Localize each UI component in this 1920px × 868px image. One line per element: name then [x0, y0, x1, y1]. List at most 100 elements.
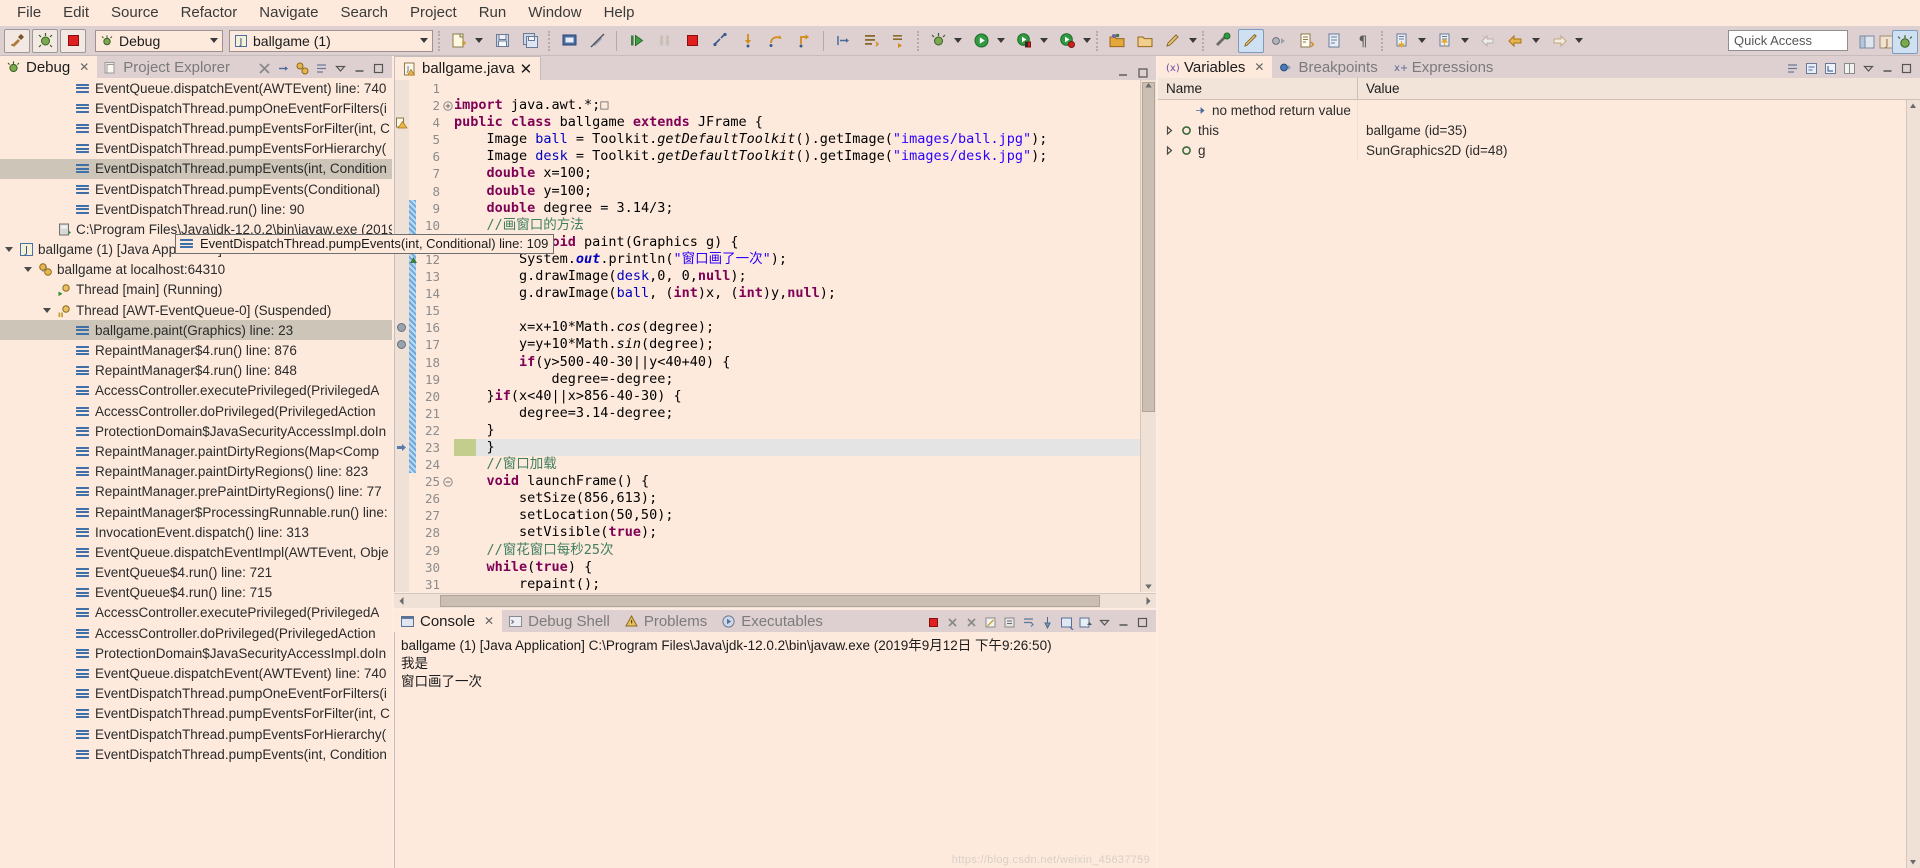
code-line[interactable]: }if(x<40||x>856-40-30) {: [454, 388, 1156, 405]
debug-perspective-icon[interactable]: [1892, 30, 1918, 54]
stack-frame-row[interactable]: AccessController.doPrivileged(Privileged…: [0, 401, 392, 421]
folding-ruler[interactable]: [443, 80, 454, 592]
code-line[interactable]: g.drawImage(ball, (int)x, (int)y,null);: [454, 285, 1156, 302]
code-text[interactable]: import java.awt.*;□ public class ballgame…: [454, 80, 1156, 592]
minimize-icon[interactable]: [1880, 61, 1897, 78]
collapse-all-icon[interactable]: [1785, 61, 1802, 78]
menu-item-file[interactable]: File: [6, 1, 52, 25]
stack-frame-row[interactable]: RepaintManager$ProcessingRunnable.run() …: [0, 502, 392, 522]
skip-breakpoints-icon[interactable]: [1266, 29, 1292, 53]
breakpoint-slot[interactable]: [395, 439, 409, 456]
code-line[interactable]: [454, 80, 1156, 97]
menu-item-source[interactable]: Source: [100, 1, 170, 25]
stack-frame-row[interactable]: EventDispatchThread.pumpEvents(int, Cond…: [0, 744, 392, 764]
show-whitespace-icon[interactable]: ¶: [1350, 29, 1376, 53]
code-line[interactable]: double y=100;: [454, 183, 1156, 200]
fold-slot[interactable]: [443, 183, 454, 200]
remove-all-terminated-icon[interactable]: [257, 61, 274, 78]
stack-frame-row[interactable]: EventDispatchThread.pumpEvents(int, Cond…: [0, 158, 392, 179]
stack-frame-row[interactable]: ProtectionDomain$JavaSecurityAccessImpl.…: [0, 421, 392, 441]
editor-vscroll-thumb[interactable]: [1142, 82, 1155, 412]
stack-frame-row[interactable]: EventQueue.dispatchEvent(AWTEvent) line:…: [0, 78, 392, 98]
stack-frame-row[interactable]: Thread [main] (Running): [0, 280, 392, 300]
fold-slot[interactable]: [443, 148, 454, 165]
menu-item-search[interactable]: Search: [329, 1, 399, 25]
scroll-down-icon[interactable]: [1907, 856, 1919, 868]
stack-frame-row[interactable]: RepaintManager.prePaintDirtyRegions() li…: [0, 482, 392, 502]
breakpoint-slot[interactable]: [395, 131, 409, 148]
scroll-down-icon[interactable]: [1143, 581, 1154, 592]
scroll-up-icon[interactable]: [1143, 80, 1154, 91]
minimize-icon[interactable]: [1116, 615, 1133, 632]
fold-slot[interactable]: [443, 285, 454, 302]
scroll-right-icon[interactable]: [1143, 595, 1154, 607]
drop-to-frame-icon[interactable]: [830, 29, 856, 53]
coverage-icon[interactable]: [1011, 29, 1037, 53]
chevron-down-icon[interactable]: [4, 244, 15, 255]
profile-icon[interactable]: [1054, 29, 1080, 53]
back-arrow-icon[interactable]: [1503, 29, 1529, 53]
code-line[interactable]: //窗口加载: [454, 456, 1156, 473]
stack-frame-row[interactable]: AccessController.executePrivileged(Privi…: [0, 381, 392, 401]
display-selected-console-icon[interactable]: [1059, 615, 1076, 632]
stack-frame-row[interactable]: EventDispatchThread.pumpEventsForFilter(…: [0, 118, 392, 138]
editor-overview-ruler[interactable]: [1140, 80, 1156, 592]
minimize-icon[interactable]: [352, 61, 369, 78]
debug-stack-tree[interactable]: EventQueue.dispatchEvent(AWTEvent) line:…: [0, 78, 392, 868]
debug-tab-project-explorer[interactable]: Project Explorer: [97, 56, 238, 78]
fold-slot[interactable]: [443, 559, 454, 576]
breakpoint-slot[interactable]: [395, 371, 409, 388]
run-to-line-icon[interactable]: [886, 29, 912, 53]
scroll-left-icon[interactable]: [396, 595, 407, 607]
maximize-icon[interactable]: [1899, 61, 1916, 78]
back-history-icon[interactable]: [1475, 29, 1501, 53]
fold-slot[interactable]: [443, 354, 454, 371]
stack-frame-row[interactable]: EventQueue.dispatchEvent(AWTEvent) line:…: [0, 663, 392, 683]
debug-dropdown-icon[interactable]: [954, 38, 962, 43]
stack-frame-row[interactable]: RepaintManager.paintDirtyRegions(Map<Com…: [0, 441, 392, 461]
menu-item-help[interactable]: Help: [593, 1, 646, 25]
code-line[interactable]: setLocation(50,50);: [454, 507, 1156, 524]
build-hammer-icon[interactable]: [4, 28, 30, 53]
terminate-red-square-icon[interactable]: [60, 28, 86, 53]
terminate-icon[interactable]: [926, 615, 943, 632]
code-line[interactable]: void launchFrame() {: [454, 473, 1156, 490]
scroll-lock-icon[interactable]: [1002, 615, 1019, 632]
code-line[interactable]: x=x+10*Math.cos(degree);: [454, 319, 1156, 336]
fold-slot[interactable]: [443, 371, 454, 388]
code-line[interactable]: degree=3.14-degree;: [454, 405, 1156, 422]
previous-annotation-icon[interactable]: [1322, 29, 1348, 53]
fold-slot[interactable]: [443, 319, 454, 336]
view-menu-icon[interactable]: [1097, 615, 1114, 632]
breakpoint-slot[interactable]: [395, 217, 409, 234]
forward-dropdown-icon[interactable]: [1575, 38, 1583, 43]
chevron-right-icon[interactable]: [1164, 145, 1175, 156]
debug-launch-icon[interactable]: [925, 29, 951, 53]
chevron-down-icon[interactable]: [23, 264, 34, 275]
fold-slot[interactable]: [443, 268, 454, 285]
coverage-dropdown-icon[interactable]: [1040, 38, 1048, 43]
chevron-right-icon[interactable]: [1164, 125, 1175, 136]
back-dropdown-icon[interactable]: [1532, 38, 1540, 43]
stack-frame-row[interactable]: RepaintManager$4.run() line: 848: [0, 361, 392, 381]
fold-slot[interactable]: [443, 302, 454, 319]
menu-item-edit[interactable]: Edit: [52, 1, 100, 25]
stack-frame-row[interactable]: EventDispatchThread.pumpEventsForHierarc…: [0, 724, 392, 744]
breakpoint-slot[interactable]: [395, 302, 409, 319]
breakpoint-slot[interactable]: [395, 285, 409, 302]
stack-frame-row[interactable]: EventQueue$4.run() line: 721: [0, 563, 392, 583]
view-menu-icon[interactable]: [333, 61, 350, 78]
disconnect-icon[interactable]: [707, 29, 733, 53]
fold-slot[interactable]: [443, 507, 454, 524]
stack-frame-row[interactable]: EventDispatchThread.pumpEventsForHierarc…: [0, 139, 392, 159]
fold-slot[interactable]: [443, 542, 454, 559]
debug-tab-debug[interactable]: Debug ✕: [0, 56, 98, 78]
breakpoint-slot[interactable]: [395, 268, 409, 285]
stack-frame-row[interactable]: ballgame.paint(Graphics) line: 23: [0, 320, 392, 341]
fold-slot[interactable]: [443, 217, 454, 234]
quick-access-input[interactable]: Quick Access: [1728, 30, 1848, 51]
show-columns-icon[interactable]: [1842, 61, 1859, 78]
run-dropdown-icon[interactable]: [997, 38, 1005, 43]
external-tools-icon[interactable]: [1210, 29, 1236, 53]
fold-slot[interactable]: [443, 490, 454, 507]
